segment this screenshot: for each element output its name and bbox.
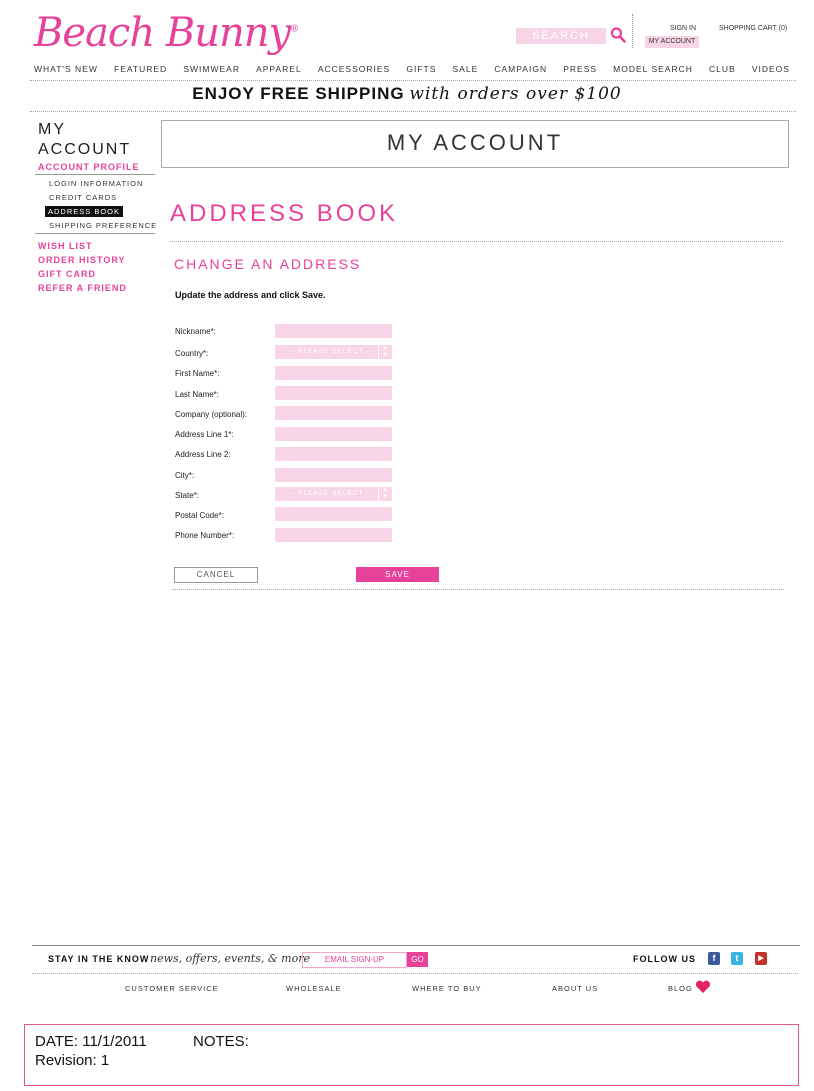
phone-number-field[interactable] [275,528,392,542]
address-line1-label: Address Line 1*: [175,430,234,439]
country-select[interactable]: -- PLEASE SELECT -- ▲ ▼ [275,345,392,359]
search-input[interactable]: SEARCH [516,28,606,44]
sidebar-account-profile[interactable]: ACCOUNT PROFILE [38,162,140,172]
header-divider [632,14,633,48]
nav-model-search[interactable]: MODEL SEARCH [613,64,693,74]
sidebar-item-credit-cards[interactable]: CREDIT CARDS [49,193,117,202]
sidebar-title-line1: MY [38,121,66,138]
address-line2-field[interactable] [275,447,392,461]
my-account-link[interactable]: MY ACCOUNT [645,36,699,48]
nav-divider [30,80,796,81]
twitter-icon[interactable]: t [731,952,743,965]
first-name-label: First Name*: [175,369,220,378]
sign-in-link[interactable]: SIGN IN [670,25,696,32]
postal-code-field[interactable] [275,507,392,521]
first-name-field[interactable] [275,366,392,380]
footer-divider [32,973,798,974]
heart-icon[interactable] [695,980,711,994]
sidebar-order-history[interactable]: ORDER HISTORY [38,255,126,265]
address-book-title: ADDRESS BOOK [170,200,399,227]
sidebar-refer-a-friend[interactable]: REFER A FRIEND [38,283,127,293]
stay-tagline: news, offers, events, & more [150,952,310,965]
brand-logo[interactable]: Beach Bunny® [34,10,299,56]
nav-whats-new[interactable]: WHAT'S NEW [34,64,98,74]
sidebar-wish-list[interactable]: WISH LIST [38,241,93,251]
main-nav: WHAT'S NEW FEATURED SWIMWEAR APPAREL ACC… [34,64,790,74]
sidebar-item-shipping-preference[interactable]: SHIPPING PREFERENCE [49,221,157,230]
postal-code-label: Postal Code*: [175,511,224,520]
shipping-bold-text: ENJOY FREE SHIPPING [192,84,405,103]
form-divider [172,589,784,590]
facebook-icon[interactable]: f [708,952,720,965]
shopping-cart-link[interactable]: SHOPPING CART (0) [719,25,787,32]
shipping-italic-text: with orders over $100 [409,84,622,104]
city-field[interactable] [275,468,392,482]
last-name-label: Last Name*: [175,390,220,399]
footer-blog[interactable]: BLOG [668,984,693,993]
company-label: Company (optional): [175,410,248,419]
page-title: MY ACCOUNT [161,120,789,168]
select-arrows-icon: ▲ ▼ [378,487,392,501]
sidebar-divider-bottom [35,233,155,234]
instruction-text: Update the address and click Save. [175,290,326,300]
state-label: State*: [175,491,200,500]
footer-customer-service[interactable]: CUSTOMER SERVICE [125,984,219,993]
nav-campaign[interactable]: CAMPAIGN [494,64,547,74]
sidebar-title: MY ACCOUNT [38,120,131,160]
last-name-field[interactable] [275,386,392,400]
follow-us-label: FOLLOW US [633,954,696,964]
company-field[interactable] [275,406,392,420]
sidebar-title-line2: ACCOUNT [38,141,132,158]
select-arrows-icon: ▲ ▼ [378,345,392,359]
cancel-button[interactable]: CANCEL [174,567,258,583]
state-select-placeholder: -- PLEASE SELECT -- [289,490,373,497]
save-button[interactable]: SAVE [356,567,439,582]
country-select-placeholder: -- PLEASE SELECT -- [289,348,373,355]
go-button[interactable]: GO [407,952,428,967]
sidebar-divider-top [35,174,155,175]
nav-press[interactable]: PRESS [563,64,597,74]
search-icon[interactable] [610,26,626,44]
city-label: City*: [175,471,195,480]
notes-revision: Revision: 1 [35,1052,110,1069]
nav-featured[interactable]: FEATURED [114,64,167,74]
phone-number-label: Phone Number*: [175,531,235,540]
notes-label: NOTES: [193,1033,249,1050]
state-select[interactable]: -- PLEASE SELECT -- ▲ ▼ [275,487,392,501]
address-divider [170,241,783,242]
nav-club[interactable]: CLUB [709,64,736,74]
nav-gifts[interactable]: GIFTS [406,64,436,74]
notes-box: DATE: 11/1/2011 Revision: 1 NOTES: [24,1024,799,1086]
nav-accessories[interactable]: ACCESSORIES [318,64,390,74]
footer-wholesale[interactable]: WHOLESALE [286,984,342,993]
footer-top-rule [32,945,800,946]
footer-where-to-buy[interactable]: WHERE TO BUY [412,984,482,993]
nav-apparel[interactable]: APPAREL [256,64,302,74]
nickname-label: Nickname*: [175,327,216,336]
youtube-icon[interactable]: ▶ [755,952,767,965]
nav-swimwear[interactable]: SWIMWEAR [183,64,240,74]
change-address-title: CHANGE AN ADDRESS [174,256,362,272]
nav-sale[interactable]: SALE [453,64,479,74]
banner-divider [30,111,796,112]
address-line2-label: Address Line 2: [175,450,231,459]
notes-date: DATE: 11/1/2011 [35,1033,147,1050]
free-shipping-banner: ENJOY FREE SHIPPING with orders over $10… [0,84,814,104]
nav-videos[interactable]: VIDEOS [752,64,790,74]
footer-about-us[interactable]: ABOUT US [552,984,598,993]
email-signup-input[interactable]: EMAIL SIGN-UP [302,952,407,968]
stay-in-the-know-label: STAY IN THE KNOW [48,954,150,964]
sidebar-gift-card[interactable]: GIFT CARD [38,269,96,279]
address-line1-field[interactable] [275,427,392,441]
nickname-field[interactable] [275,324,392,338]
country-label: Country*: [175,349,209,358]
sidebar-item-login-information[interactable]: LOGIN INFORMATION [49,179,143,188]
sidebar-item-address-book[interactable]: ADDRESS BOOK [45,206,124,217]
